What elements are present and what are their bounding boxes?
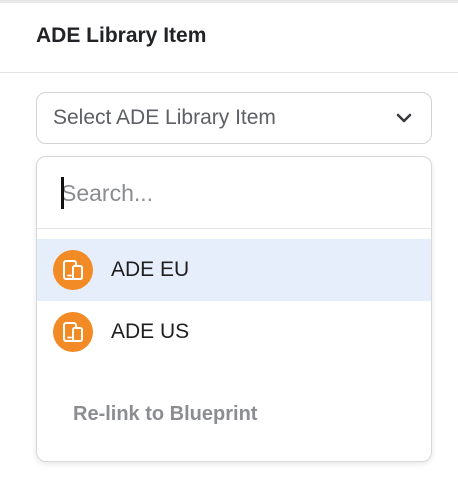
text-caret xyxy=(61,177,64,209)
dropdown-menu: ADE EU ADE US Re-link to Blueprint xyxy=(36,156,432,462)
option-ade-eu[interactable]: ADE EU xyxy=(37,239,431,301)
top-divider xyxy=(0,0,458,3)
section-divider xyxy=(0,72,458,73)
library-item-select[interactable]: Select ADE Library Item xyxy=(36,92,432,144)
devices-icon xyxy=(53,312,93,352)
relink-blueprint-link[interactable]: Re-link to Blueprint xyxy=(73,403,257,426)
search-input[interactable] xyxy=(61,173,401,213)
devices-icon xyxy=(53,250,93,290)
option-label: ADE EU xyxy=(111,258,190,281)
option-label: ADE US xyxy=(111,320,190,343)
search-row xyxy=(37,157,431,229)
select-value: Select ADE Library Item xyxy=(53,106,276,129)
option-ade-us[interactable]: ADE US xyxy=(37,301,431,363)
section-title: ADE Library Item xyxy=(36,24,207,47)
chevron-down-icon[interactable] xyxy=(393,107,415,129)
